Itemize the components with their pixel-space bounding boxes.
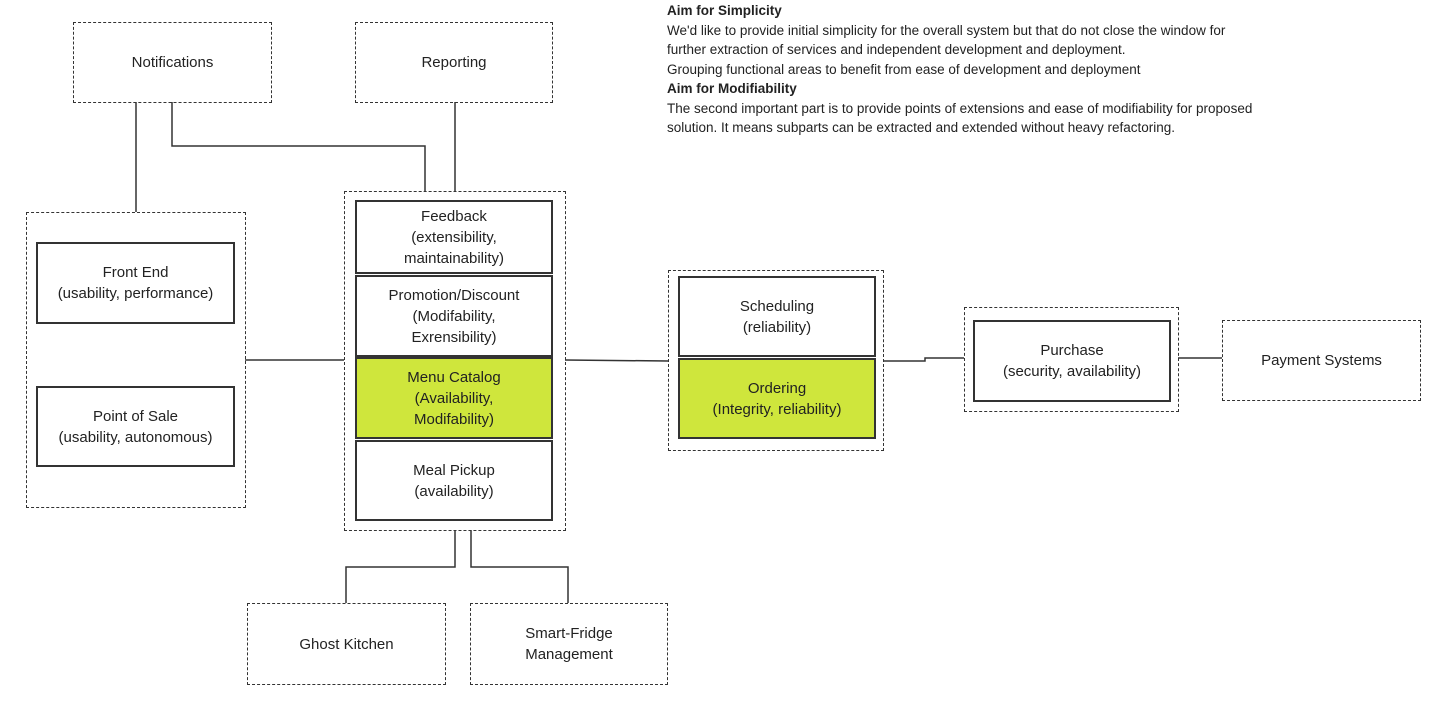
node-meal-pickup: Meal Pickup (availability)	[355, 440, 553, 521]
connector-core-ghostkitchen	[345, 530, 456, 603]
modifiability-line: solution. It means subparts can be extra…	[667, 120, 1176, 135]
node-menu-catalog: Menu Catalog (Availability, Modifability…	[355, 357, 553, 439]
connector-notifications-core	[171, 102, 426, 191]
node-ordering: Ordering (Integrity, reliability)	[678, 358, 876, 439]
connector-core-smartfridge	[470, 530, 569, 603]
node-point-of-sale: Point of Sale (usability, autonomous)	[36, 386, 235, 467]
connector-core-scheduling	[564, 359, 669, 362]
modifiability-line: The second important part is to provide …	[667, 100, 1253, 116]
node-feedback: Feedback (extensibility, maintainability…	[355, 200, 553, 274]
modifiability-title: Aim for Modifiability	[667, 81, 797, 96]
node-scheduling: Scheduling (reliability)	[678, 276, 876, 357]
node-notifications: Notifications	[73, 22, 272, 103]
simplicity-line: further extraction of services and indep…	[667, 42, 1126, 57]
node-purchase: Purchase (security, availability)	[973, 320, 1171, 402]
node-promotion-discount: Promotion/Discount (Modifability, Exrens…	[355, 275, 553, 357]
node-payment-systems: Payment Systems	[1222, 320, 1421, 401]
design-notes: Aim for Simplicity We'd like to provide …	[667, 1, 1252, 138]
simplicity-line: We'd like to provide initial simplicity …	[667, 22, 1226, 38]
simplicity-title: Aim for Simplicity	[667, 3, 782, 18]
node-ghost-kitchen: Ghost Kitchen	[247, 603, 446, 685]
node-smart-fridge: Smart-Fridge Management	[470, 603, 668, 685]
simplicity-line: Grouping functional areas to benefit fro…	[667, 61, 1141, 77]
connector-scheduling-purchase	[883, 357, 964, 362]
node-reporting: Reporting	[355, 22, 553, 103]
node-front-end: Front End (usability, performance)	[36, 242, 235, 324]
